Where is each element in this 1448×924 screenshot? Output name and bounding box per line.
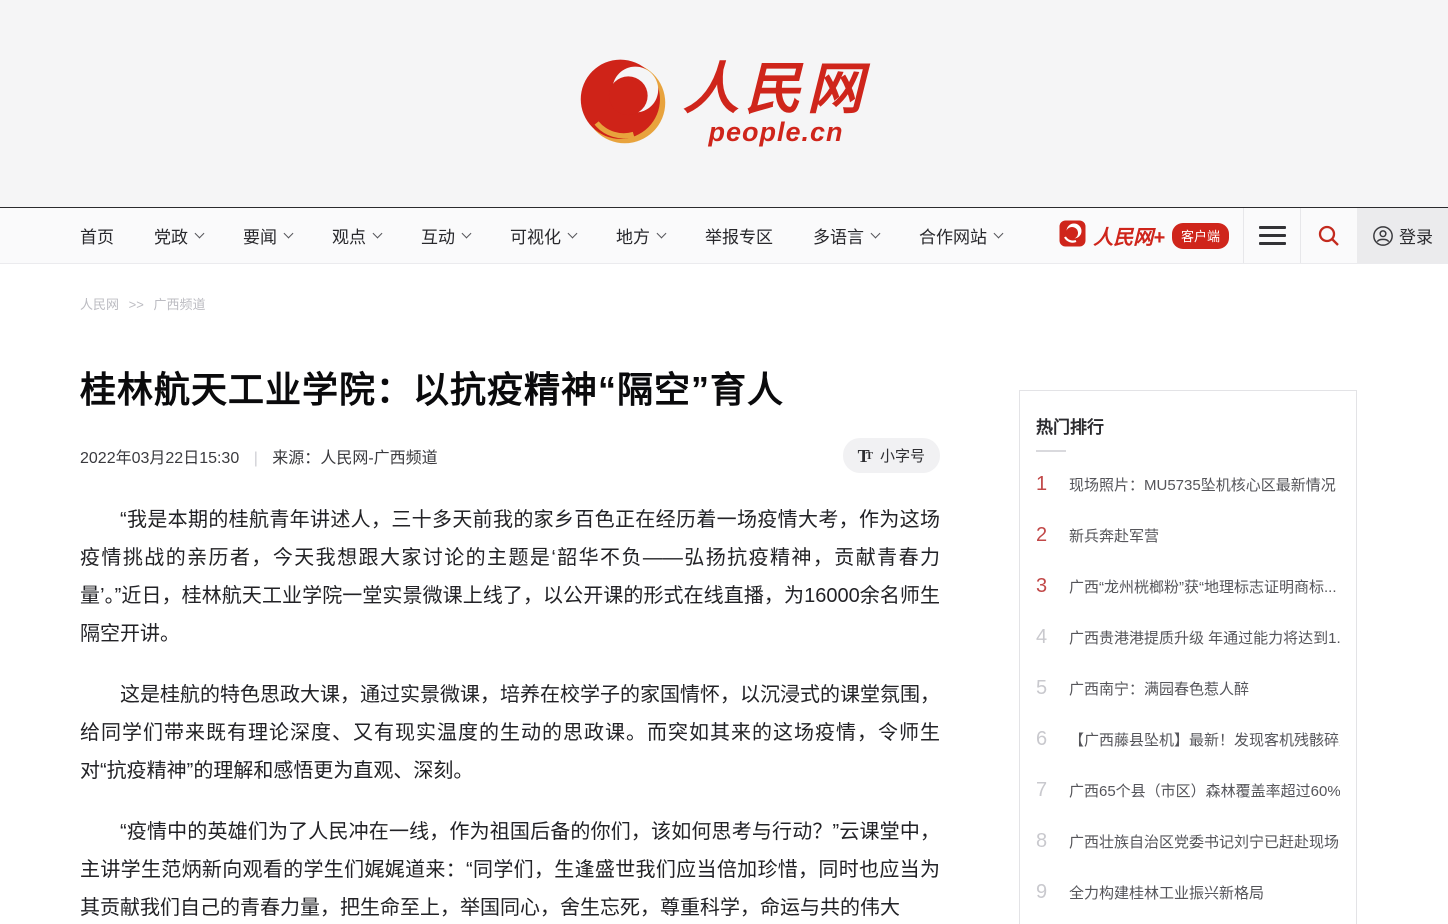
heading-dash bbox=[1036, 450, 1066, 452]
hot-item-link[interactable]: 广西壮族自治区党委书记刘宁已赶赴现场，... bbox=[1069, 831, 1340, 852]
hot-ranking-item[interactable]: 3 广西“龙州桄榔粉”获“地理标志证明商标... bbox=[1036, 576, 1340, 597]
article-date: 2022年03月22日15:30 bbox=[80, 450, 239, 467]
people-plus-logo-icon bbox=[1059, 220, 1086, 252]
app-badge-client-pill: 客户端 bbox=[1172, 223, 1229, 249]
chevron-down-icon bbox=[994, 229, 1004, 239]
hot-item-link[interactable]: 广西南宁：满园春色惹人醉 bbox=[1069, 678, 1249, 699]
nav-item-8[interactable]: 多语言 bbox=[813, 223, 879, 248]
chevron-down-icon bbox=[373, 229, 383, 239]
app-badge-brand: 人民网+ bbox=[1093, 221, 1165, 250]
rank-number: 9 bbox=[1036, 882, 1058, 903]
nav-item-6[interactable]: 地方 bbox=[616, 223, 665, 248]
menu-button[interactable] bbox=[1244, 208, 1300, 263]
hot-item-link[interactable]: 新兵奔赴军营 bbox=[1069, 525, 1159, 546]
article-body: “我是本期的桂航青年讲述人，三十多天前我的家乡百色正在经历着一场疫情大考，作为这… bbox=[80, 501, 940, 924]
login-label: 登录 bbox=[1399, 223, 1433, 248]
nav-list: 首页 党政 要闻 观点 互动 可视化 地方 举报专区 多语言 合作网站 bbox=[80, 208, 1045, 263]
font-size-icon: TT bbox=[858, 447, 873, 465]
rank-number: 1 bbox=[1036, 474, 1058, 495]
hot-ranking-item[interactable]: 5 广西南宁：满园春色惹人醉 bbox=[1036, 678, 1340, 699]
article-title: 桂林航天工业学院：以抗疫精神“隔空”育人 bbox=[80, 368, 940, 412]
hot-item-link[interactable]: 广西贵港港提质升级 年通过能力将达到1... bbox=[1069, 627, 1340, 648]
search-icon bbox=[1317, 224, 1341, 248]
article-paragraph: “我是本期的桂航青年讲述人，三十多天前我的家乡百色正在经历着一场疫情大考，作为这… bbox=[80, 501, 940, 653]
nav-item-1[interactable]: 党政 bbox=[154, 223, 203, 248]
breadcrumb-channel[interactable]: 广西频道 bbox=[153, 297, 205, 312]
rank-number: 3 bbox=[1036, 576, 1058, 597]
hot-item-link[interactable]: 全力构建桂林工业振兴新格局 bbox=[1069, 882, 1264, 903]
article-meta-row: 2022年03月22日15:30 | 来源：人民网-广西频道 TT 小字号 bbox=[80, 438, 940, 473]
nav-item-9[interactable]: 合作网站 bbox=[919, 223, 1002, 248]
chevron-down-icon bbox=[284, 229, 294, 239]
hot-item-link[interactable]: 广西65个县（市区）森林覆盖率超过60% bbox=[1069, 780, 1340, 801]
breadcrumb-separator: >> bbox=[129, 297, 144, 312]
hot-ranking-item[interactable]: 7 广西65个县（市区）森林覆盖率超过60% bbox=[1036, 780, 1340, 801]
breadcrumb: 人民网 >> 广西频道 bbox=[0, 264, 1448, 326]
font-size-button[interactable]: TT 小字号 bbox=[843, 438, 940, 473]
article-meta: 2022年03月22日15:30 | 来源：人民网-广西频道 bbox=[80, 444, 438, 468]
font-size-label: 小字号 bbox=[880, 445, 925, 466]
rank-number: 7 bbox=[1036, 780, 1058, 801]
rank-number: 5 bbox=[1036, 678, 1058, 699]
rank-number: 8 bbox=[1036, 831, 1058, 852]
page: 人民网 people.cn 首页 党政 要闻 观点 互动 可视化 地方 举报专区 bbox=[0, 0, 1448, 924]
nav-item-5[interactable]: 可视化 bbox=[510, 223, 576, 248]
meta-separator: | bbox=[254, 450, 258, 467]
source-label: 来源： bbox=[272, 450, 320, 467]
hot-ranking-item[interactable]: 8 广西壮族自治区党委书记刘宁已赶赴现场，... bbox=[1036, 831, 1340, 852]
logo-domain: people.cn bbox=[708, 119, 843, 146]
hot-item-link[interactable]: 广西“龙州桄榔粉”获“地理标志证明商标... bbox=[1069, 576, 1337, 597]
hot-ranking-item[interactable]: 9 全力构建桂林工业振兴新格局 bbox=[1036, 882, 1340, 903]
site-logo[interactable]: 人民网 people.cn bbox=[579, 57, 869, 150]
chevron-down-icon bbox=[462, 229, 472, 239]
chevron-down-icon bbox=[568, 229, 578, 239]
main-nav: 首页 党政 要闻 观点 互动 可视化 地方 举报专区 多语言 合作网站 bbox=[0, 207, 1448, 264]
article-source-link[interactable]: 人民网-广西频道 bbox=[320, 450, 437, 467]
chevron-down-icon bbox=[871, 229, 881, 239]
rank-number: 4 bbox=[1036, 627, 1058, 648]
rank-number: 6 bbox=[1036, 729, 1058, 750]
breadcrumb-home[interactable]: 人民网 bbox=[80, 297, 119, 312]
hot-item-link[interactable]: 现场照片：MU5735坠机核心区最新情况 bbox=[1069, 474, 1336, 495]
nav-item-7[interactable]: 举报专区 bbox=[705, 223, 773, 248]
hot-ranking-panel: 热门排行 1 现场照片：MU5735坠机核心区最新情况 2 新兵奔赴军营 3 广… bbox=[1019, 390, 1357, 924]
article: 桂林航天工业学院：以抗疫精神“隔空”育人 2022年03月22日15:30 | … bbox=[80, 368, 940, 924]
content: 桂林航天工业学院：以抗疫精神“隔空”育人 2022年03月22日15:30 | … bbox=[0, 326, 1448, 924]
chevron-down-icon bbox=[195, 229, 205, 239]
hot-item-link[interactable]: 【广西藤县坠机】最新！发现客机残骸碎片... bbox=[1069, 729, 1340, 750]
article-paragraph: “疫情中的英雄们为了人民冲在一线，作为祖国后备的你们，该如何思考与行动？”云课堂… bbox=[80, 813, 940, 924]
site-header: 人民网 people.cn bbox=[0, 0, 1448, 207]
hot-ranking-item[interactable]: 6 【广西藤县坠机】最新！发现客机残骸碎片... bbox=[1036, 729, 1340, 750]
logo-text: 人民网 people.cn bbox=[683, 61, 869, 146]
nav-item-3[interactable]: 观点 bbox=[332, 223, 381, 248]
chevron-down-icon bbox=[657, 229, 667, 239]
nav-item-4[interactable]: 互动 bbox=[421, 223, 470, 248]
hamburger-icon bbox=[1259, 226, 1286, 245]
login-button[interactable]: 登录 bbox=[1357, 208, 1448, 263]
article-paragraph: 这是桂航的特色思政大课，通过实景微课，培养在校学子的家国情怀，以沉浸式的课堂氛围… bbox=[80, 676, 940, 790]
hot-ranking-item[interactable]: 1 现场照片：MU5735坠机核心区最新情况 bbox=[1036, 474, 1340, 495]
people-logo-icon bbox=[579, 57, 667, 150]
logo-site-name: 人民网 bbox=[683, 61, 869, 117]
nav-right: 人民网+ 客户端 登录 bbox=[1045, 208, 1448, 263]
rank-number: 2 bbox=[1036, 525, 1058, 546]
hot-ranking-title: 热门排行 bbox=[1036, 413, 1340, 438]
nav-item-0[interactable]: 首页 bbox=[80, 223, 114, 248]
hot-ranking-item[interactable]: 4 广西贵港港提质升级 年通过能力将达到1... bbox=[1036, 627, 1340, 648]
hot-ranking-list: 1 现场照片：MU5735坠机核心区最新情况 2 新兵奔赴军营 3 广西“龙州桄… bbox=[1036, 474, 1340, 924]
hot-ranking-item[interactable]: 2 新兵奔赴军营 bbox=[1036, 525, 1340, 546]
user-icon bbox=[1372, 225, 1394, 247]
app-badge[interactable]: 人民网+ 客户端 bbox=[1045, 208, 1243, 263]
nav-item-2[interactable]: 要闻 bbox=[243, 223, 292, 248]
search-button[interactable] bbox=[1301, 208, 1357, 263]
